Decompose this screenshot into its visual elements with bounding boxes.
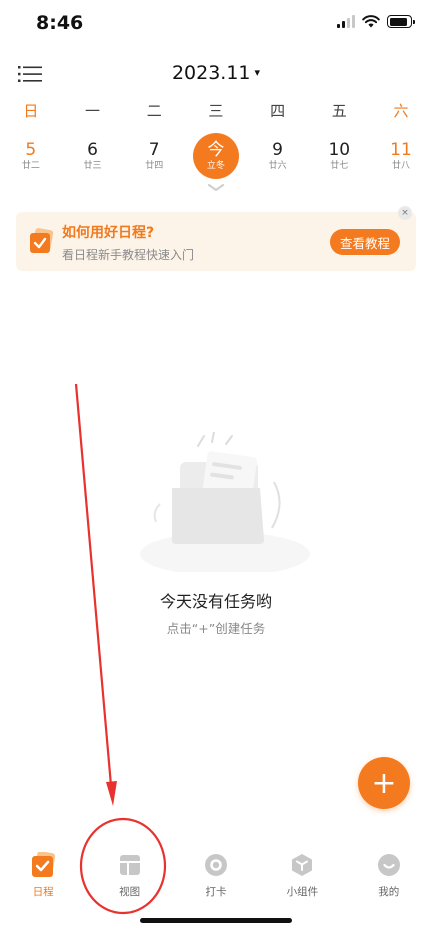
lunar-date: 廿二: [21, 161, 40, 171]
bottom-tab-bar: 日程 视图 打卡 小组件 我的: [0, 840, 432, 900]
date-cell-today[interactable]: 今 立冬: [185, 132, 247, 180]
schedule-icon: [32, 852, 56, 877]
date-number: 11: [390, 140, 412, 160]
date-number: 10: [328, 140, 351, 160]
lunar-date: 廿六: [268, 161, 287, 171]
tab-checkin[interactable]: 打卡: [173, 840, 259, 900]
status-time: 8:46: [36, 12, 84, 34]
date-cell[interactable]: 11 廿八: [370, 132, 432, 180]
lunar-date: 立冬: [206, 161, 225, 171]
weekday-label: 六: [393, 102, 409, 120]
tab-schedule[interactable]: 日程: [0, 840, 86, 900]
date-cell[interactable]: 5 廿二: [0, 132, 62, 180]
chevron-down-icon[interactable]: [206, 183, 226, 193]
tab-label: 日程: [32, 886, 54, 898]
tutorial-tip-card: 如何用好日程? 看日程新手教程快速入门 查看教程 ×: [16, 206, 416, 271]
empty-state-hint: 点击“+”创建任务: [166, 621, 266, 636]
tab-view[interactable]: 视图: [86, 840, 172, 900]
wifi-icon: [362, 15, 380, 28]
annotation-arrowhead: [106, 781, 117, 806]
status-bar: 8:46: [0, 0, 432, 46]
tab-widgets[interactable]: 小组件: [259, 840, 345, 900]
date-cell[interactable]: 6 廿三: [62, 132, 124, 180]
signal-icon: [337, 15, 355, 28]
add-task-button[interactable]: +: [358, 757, 410, 809]
close-icon[interactable]: ×: [398, 206, 412, 220]
weekday-label: 四: [270, 102, 286, 120]
date-number: 9: [272, 140, 283, 160]
view-tutorial-button[interactable]: 查看教程: [330, 229, 400, 255]
month-selector[interactable]: 2023.11 ▾: [0, 62, 432, 84]
lunar-date: 廿三: [83, 161, 102, 171]
weekday-label: 五: [331, 102, 347, 120]
weekday-label: 一: [85, 102, 101, 120]
weekday-label: 日: [23, 102, 39, 120]
header: 2023.11 ▾: [0, 56, 432, 92]
today-highlight: 今 立冬: [192, 133, 239, 179]
profile-icon: [377, 854, 400, 876]
date-cell[interactable]: 10 廿七: [308, 132, 370, 180]
empty-folder-illustration: [140, 432, 310, 572]
lunar-date: 廿八: [391, 161, 410, 171]
tip-subtitle: 看日程新手教程快速入门: [62, 248, 195, 262]
tab-label: 视图: [119, 886, 141, 898]
lunar-date: 廿四: [145, 161, 164, 171]
tab-profile[interactable]: 我的: [346, 840, 432, 900]
view-icon: [119, 855, 140, 875]
weekday-label: 三: [208, 102, 224, 120]
widget-icon: [292, 854, 313, 876]
tab-label: 打卡: [205, 886, 227, 898]
date-number: 今: [207, 140, 225, 160]
date-number: 6: [87, 140, 98, 160]
caret-down-icon: ▾: [254, 66, 261, 79]
date-number: 7: [148, 140, 160, 160]
empty-state-title: 今天没有任务哟: [159, 592, 272, 611]
date-cell[interactable]: 9 廿六: [247, 132, 309, 180]
tip-title: 如何用好日程?: [62, 225, 155, 241]
weekday-label: 二: [146, 102, 162, 120]
tab-label: 小组件: [286, 886, 319, 898]
lunar-date: 廿七: [330, 161, 349, 171]
month-label: 2023.11: [171, 62, 251, 84]
battery-icon: [387, 15, 415, 28]
date-number: 5: [25, 140, 37, 160]
tab-label: 我的: [378, 886, 400, 898]
home-indicator: [140, 918, 292, 923]
checkin-icon: [204, 854, 227, 876]
checklist-icon: [30, 228, 54, 253]
week-strip: 日 一 二 三 四 五 六 5 廿二 6 廿三 7 廿四 今 立冬 9 廿六 1…: [0, 100, 432, 180]
date-cell[interactable]: 7 廿四: [123, 132, 185, 180]
